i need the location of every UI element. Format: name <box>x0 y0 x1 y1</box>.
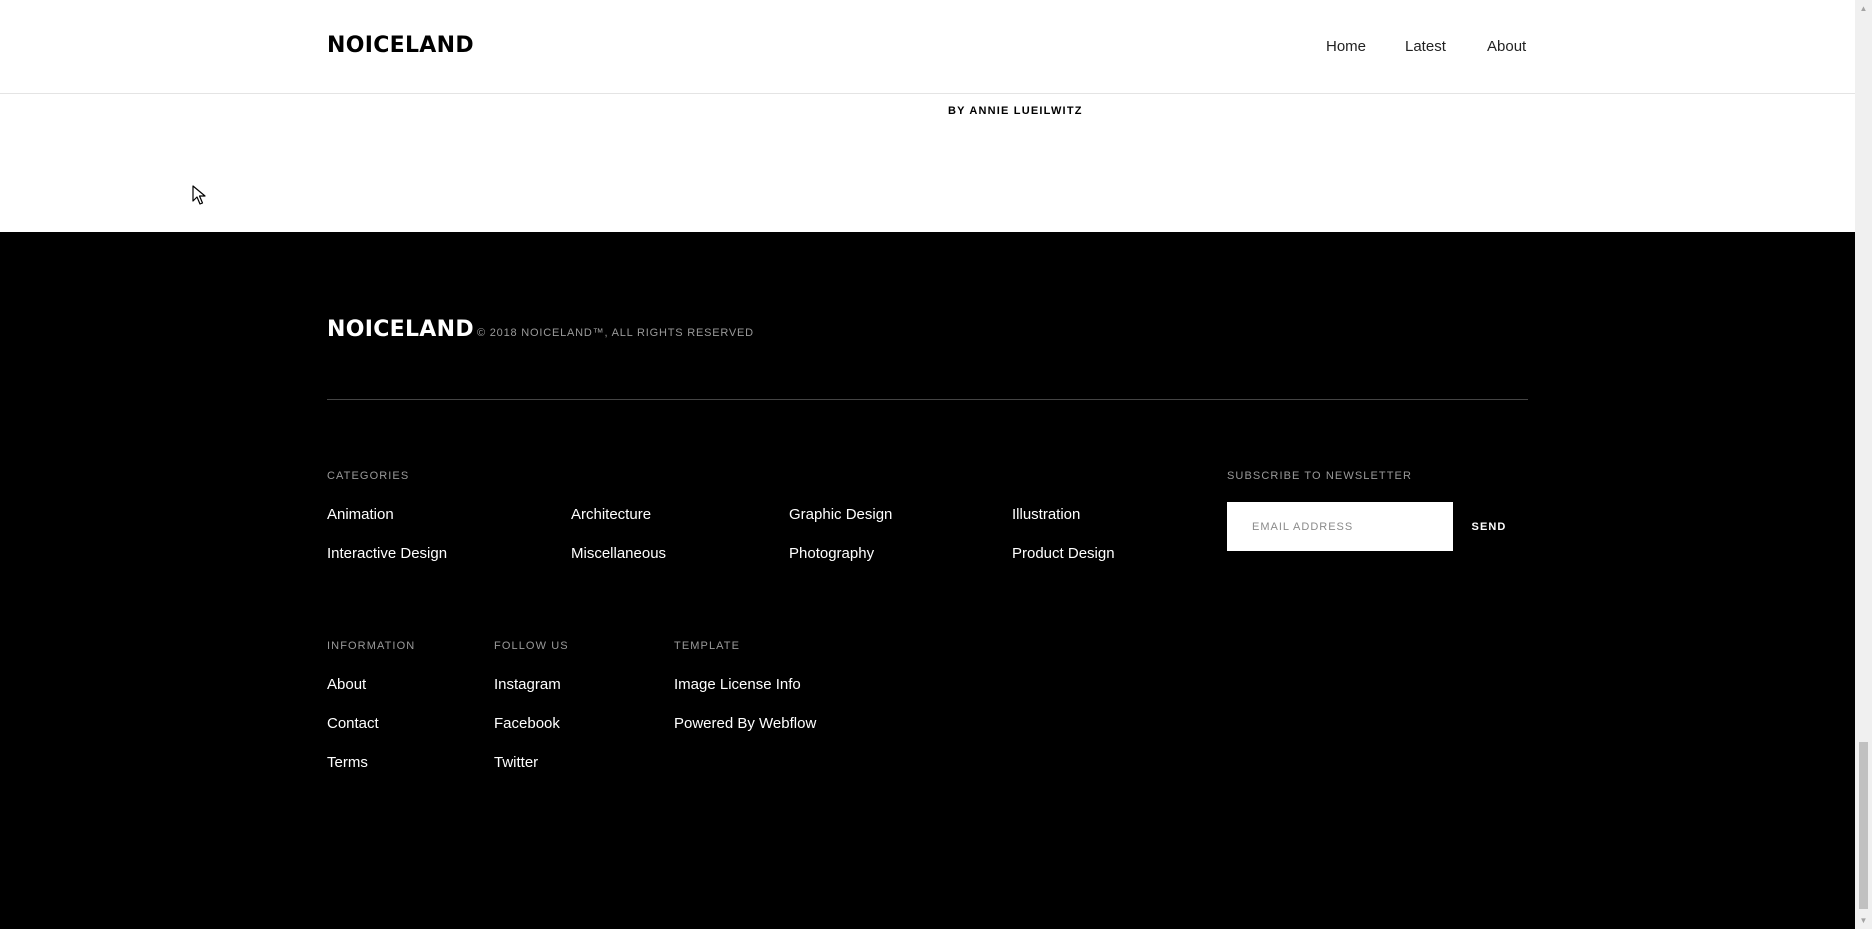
copyright-text: © 2018 NOICELAND™, ALL RIGHTS RESERVED <box>477 327 754 339</box>
template-title: TEMPLATE <box>674 640 741 652</box>
category-link-architecture[interactable]: Architecture <box>571 506 651 523</box>
scrollbar-thumb[interactable] <box>1859 742 1868 909</box>
footer-divider <box>327 399 1528 400</box>
footer-logo[interactable]: NOICELAND <box>327 317 474 342</box>
info-link-contact[interactable]: Contact <box>327 715 379 732</box>
nav-latest-link[interactable]: Latest <box>1405 38 1446 55</box>
information-title: INFORMATION <box>327 640 416 652</box>
newsletter-email-input[interactable] <box>1227 502 1453 551</box>
vertical-scrollbar[interactable]: ▲ ▼ <box>1855 0 1872 929</box>
follow-link-twitter[interactable]: Twitter <box>494 754 538 771</box>
category-link-illustration[interactable]: Illustration <box>1012 506 1080 523</box>
follow-us-title: FOLLOW US <box>494 640 569 652</box>
follow-link-facebook[interactable]: Facebook <box>494 715 560 732</box>
category-link-animation[interactable]: Animation <box>327 506 394 523</box>
nav-about-link[interactable]: About <box>1487 38 1526 55</box>
site-logo[interactable]: NOICELAND <box>327 33 474 58</box>
info-link-about[interactable]: About <box>327 676 366 693</box>
category-link-product-design[interactable]: Product Design <box>1012 545 1115 562</box>
scroll-up-arrow-icon[interactable]: ▲ <box>1855 0 1872 17</box>
category-link-graphic-design[interactable]: Graphic Design <box>789 506 892 523</box>
info-link-terms[interactable]: Terms <box>327 754 368 771</box>
scroll-down-arrow-icon[interactable]: ▼ <box>1855 912 1872 929</box>
newsletter-send-button[interactable]: SEND <box>1453 502 1525 551</box>
site-footer: NOICELAND © 2018 NOICELAND™, ALL RIGHTS … <box>0 232 1855 929</box>
newsletter-title: SUBSCRIBE TO NEWSLETTER <box>1227 470 1413 482</box>
category-link-miscellaneous[interactable]: Miscellaneous <box>571 545 666 562</box>
site-header: NOICELAND Home Latest About <box>0 0 1855 94</box>
template-link-image-license[interactable]: Image License Info <box>674 676 801 693</box>
category-link-photography[interactable]: Photography <box>789 545 874 562</box>
template-link-powered-by-webflow[interactable]: Powered By Webflow <box>674 715 816 732</box>
content-area: NOICELAND Home Latest About BY ANNIE LUE… <box>0 0 1855 929</box>
nav-home-link[interactable]: Home <box>1326 38 1366 55</box>
category-link-interactive-design[interactable]: Interactive Design <box>327 545 447 562</box>
mouse-cursor-icon <box>192 185 206 205</box>
page: NOICELAND Home Latest About BY ANNIE LUE… <box>0 0 1872 929</box>
article-byline[interactable]: BY ANNIE LUEILWITZ <box>948 105 1083 117</box>
categories-title: CATEGORIES <box>327 470 410 482</box>
follow-link-instagram[interactable]: Instagram <box>494 676 561 693</box>
